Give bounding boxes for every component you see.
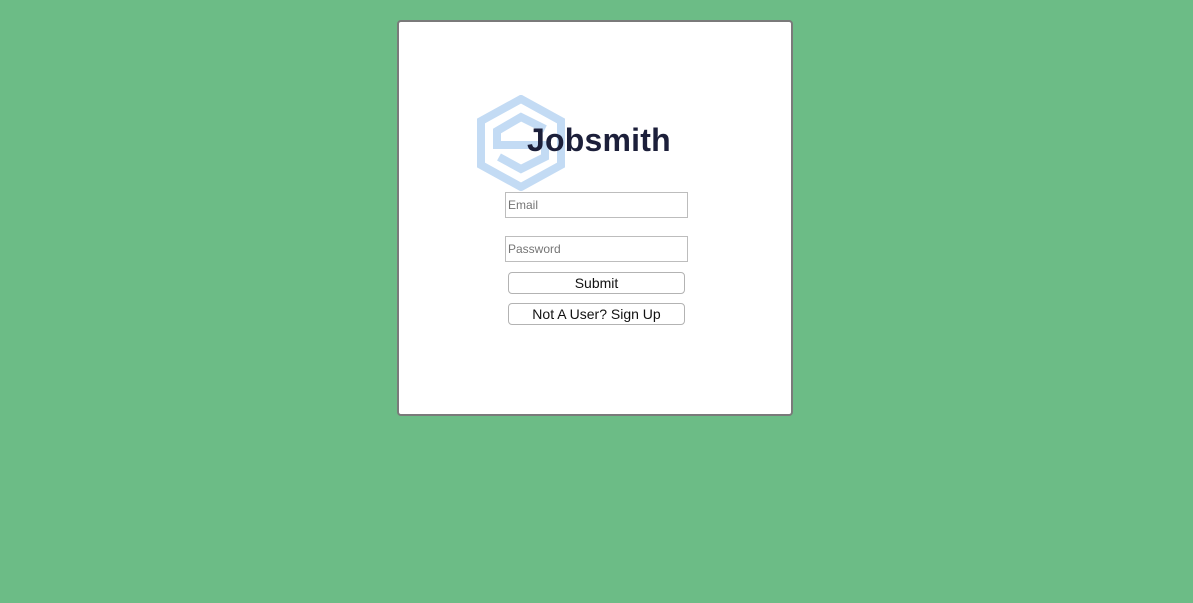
- login-card: Jobsmith Submit Not A User? Sign Up: [397, 20, 793, 416]
- email-field[interactable]: [505, 192, 688, 218]
- submit-button[interactable]: Submit: [508, 272, 685, 294]
- password-field[interactable]: [505, 236, 688, 262]
- brand-name: Jobsmith: [527, 122, 671, 158]
- signup-button[interactable]: Not A User? Sign Up: [508, 303, 685, 325]
